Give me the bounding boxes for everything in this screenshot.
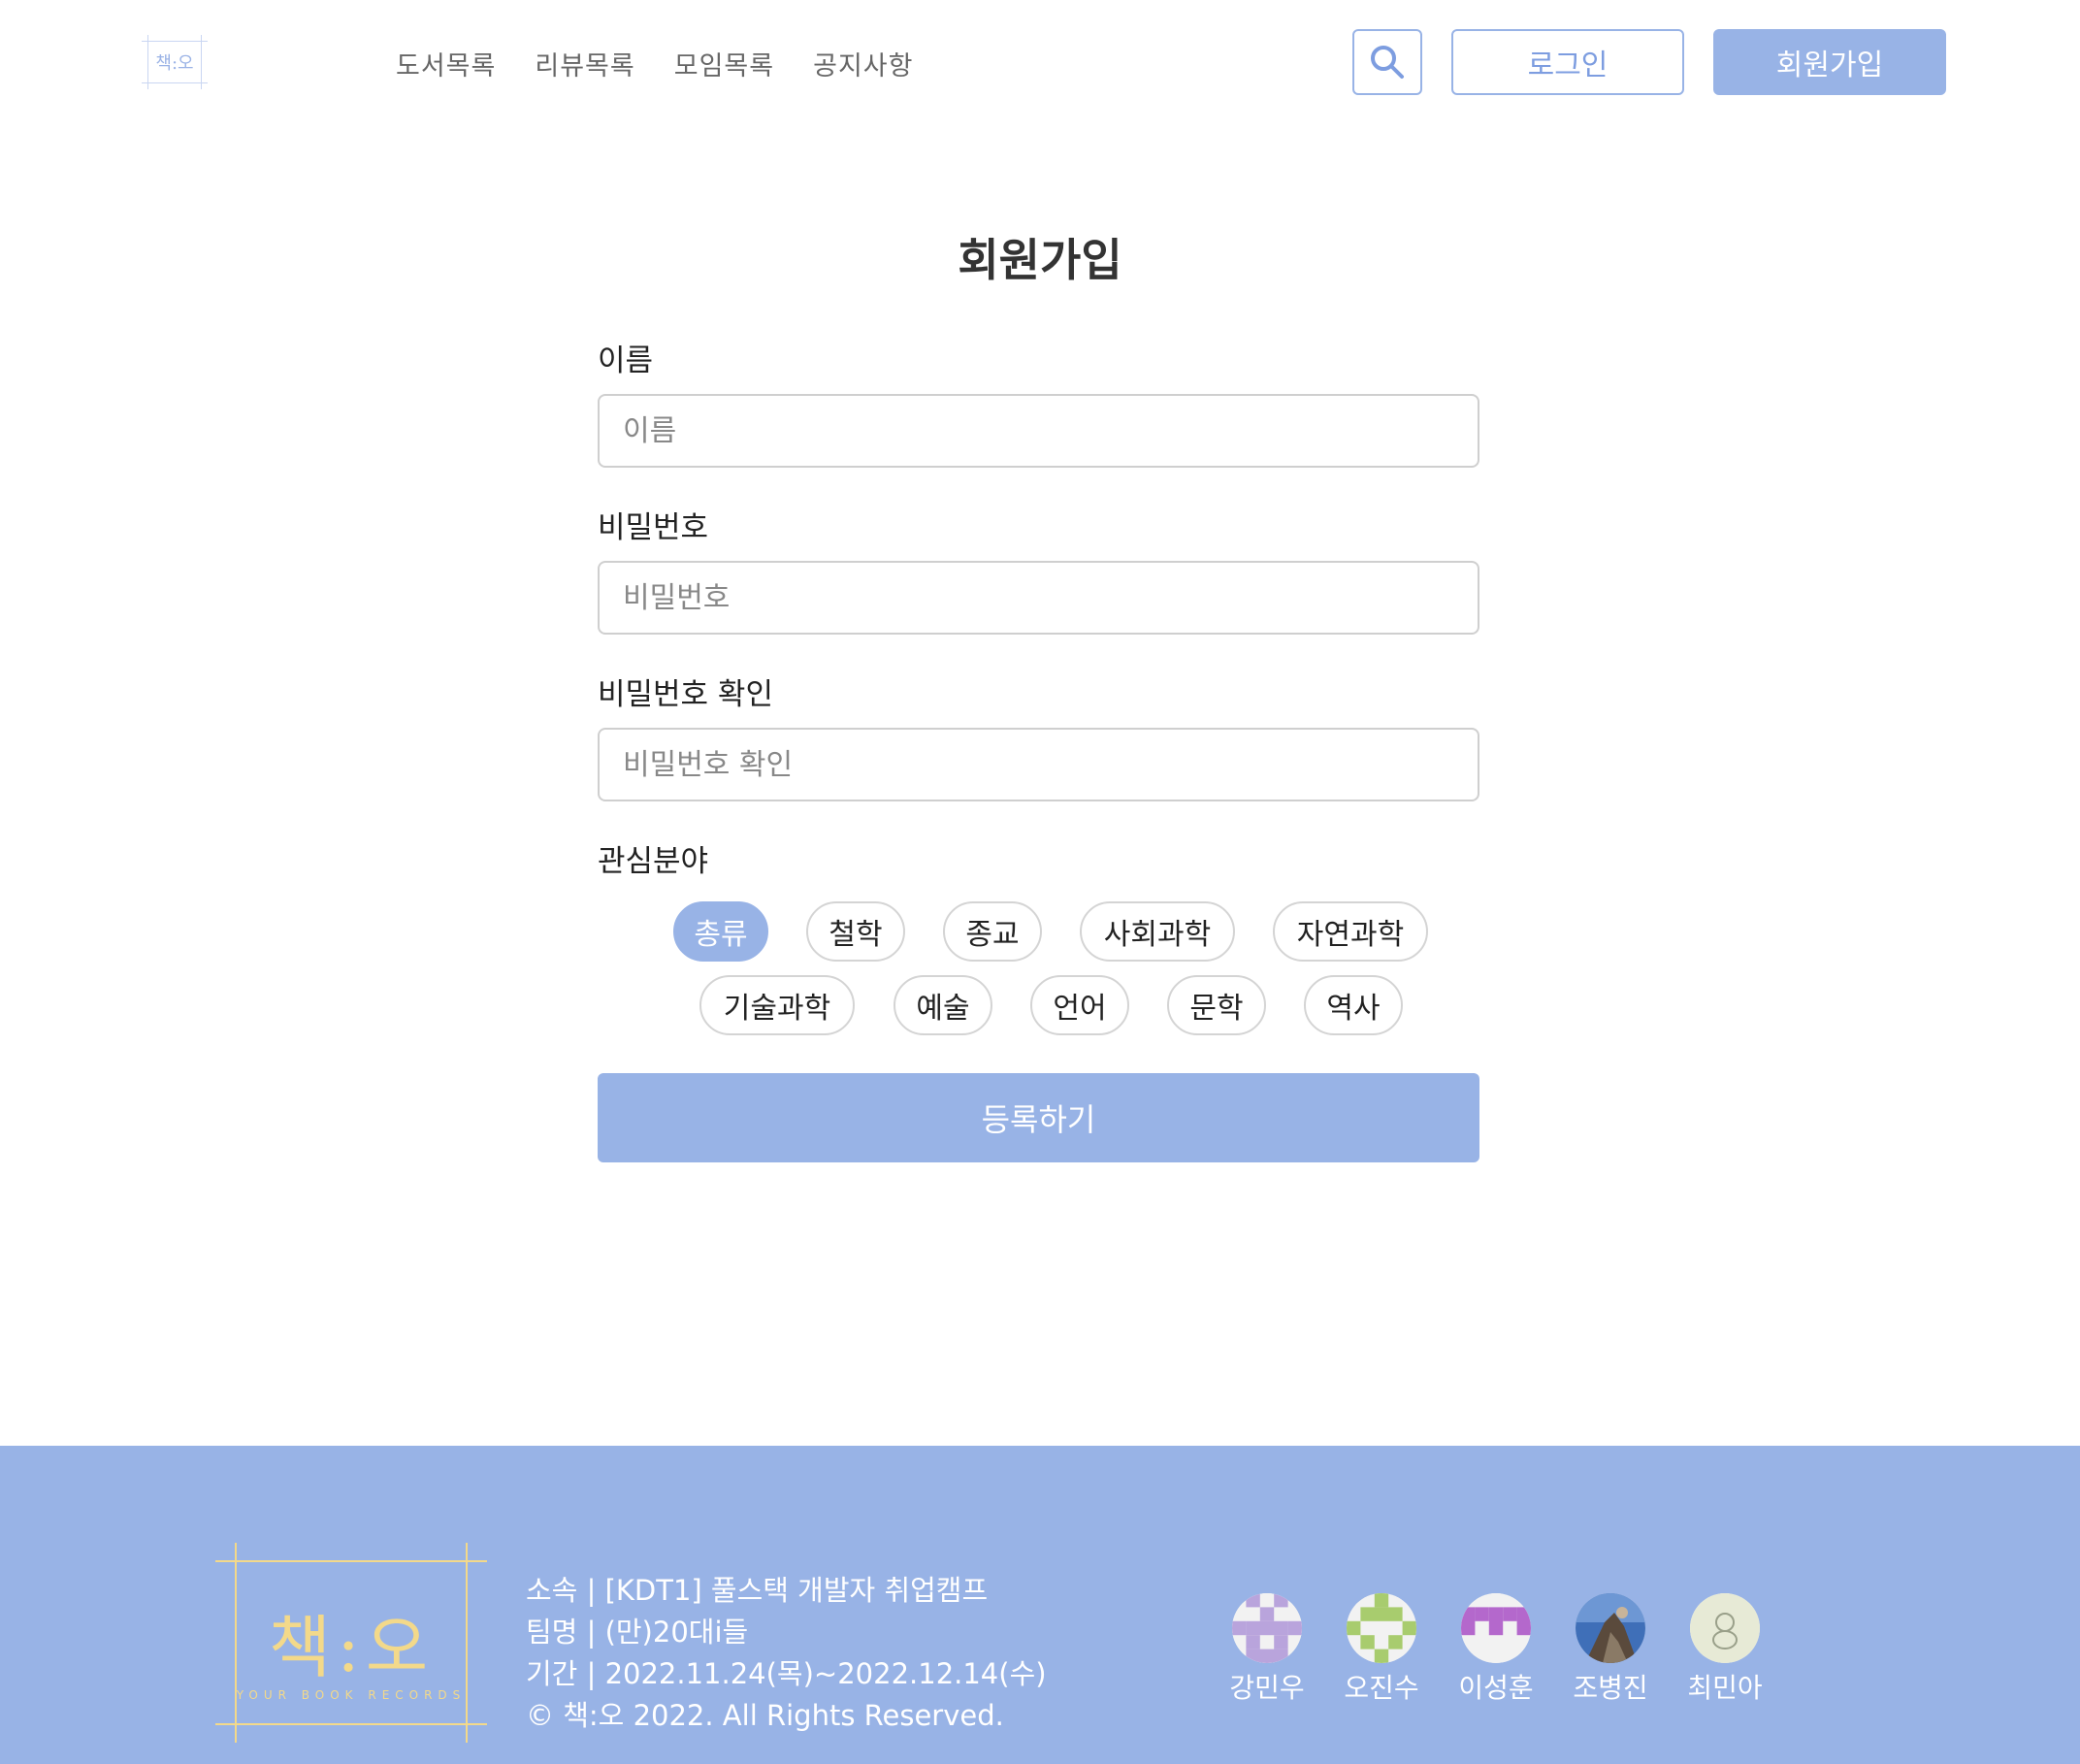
member-name: 조병진 <box>1573 1672 1648 1704</box>
footer-logo-text: 책:오 <box>268 1608 435 1687</box>
password-input[interactable] <box>598 561 1479 635</box>
member-name: 최민아 <box>1687 1672 1763 1704</box>
nav-meeting-list[interactable]: 모임목록 <box>674 45 774 82</box>
member-link[interactable]: 이성훈 <box>1458 1593 1534 1706</box>
interest-label: 관심분야 <box>598 844 709 879</box>
interest-chip-religion[interactable]: 종교 <box>943 901 1042 962</box>
footer-logo: 책:오 YOUR BOOK RECORDS <box>215 1543 487 1743</box>
password-confirm-label: 비밀번호 확인 <box>598 677 773 712</box>
interest-chip-literature[interactable]: 문학 <box>1167 975 1266 1035</box>
password-confirm-input[interactable] <box>598 728 1479 801</box>
footer-affiliation: 소속 | [KDT1] 풀스택 개발자 취업캠프 <box>526 1574 989 1607</box>
site-logo-text: 책:오 <box>155 53 194 74</box>
register-button[interactable]: 등록하기 <box>598 1073 1479 1162</box>
member-link[interactable]: 조병진 <box>1573 1593 1648 1706</box>
interest-chip-natural-science[interactable]: 자연과학 <box>1273 901 1428 962</box>
signup-header-button[interactable]: 회원가입 <box>1713 29 1946 95</box>
avatar <box>1232 1593 1302 1663</box>
interest-chip-philosophy[interactable]: 철학 <box>806 901 905 962</box>
interest-chip-art[interactable]: 예술 <box>894 975 992 1035</box>
nav-notice[interactable]: 공지사항 <box>813 45 913 82</box>
interest-chip-general[interactable]: 총류 <box>673 901 768 962</box>
member-link[interactable]: 강민우 <box>1229 1593 1305 1706</box>
footer-logo-tagline: YOUR BOOK RECORDS <box>236 1688 467 1702</box>
member-link[interactable]: 오진수 <box>1344 1593 1419 1706</box>
nav-book-list[interactable]: 도서목록 <box>396 45 496 82</box>
footer-info: 소속 | [KDT1] 풀스택 개발자 취업캠프 팀명 | (만)20대i들 기… <box>526 1570 1047 1737</box>
interest-chip-social-science[interactable]: 사회과학 <box>1080 901 1235 962</box>
footer-period: 기간 | 2022.11.24(목)~2022.12.14(수) <box>526 1657 1047 1690</box>
site-logo[interactable]: 책:오 <box>142 35 208 89</box>
footer-copyright: © 책:오 2022. All Rights Reserved. <box>526 1699 1004 1732</box>
avatar <box>1690 1593 1760 1663</box>
avatar <box>1461 1593 1531 1663</box>
nav-review-list[interactable]: 리뷰목록 <box>535 45 634 82</box>
avatar <box>1347 1593 1416 1663</box>
page-title: 회원가입 <box>958 234 1122 286</box>
interest-chip-language[interactable]: 언어 <box>1030 975 1129 1035</box>
site-footer: 책:오 YOUR BOOK RECORDS 소속 | [KDT1] 풀스택 개발… <box>0 1446 2080 1764</box>
interest-chip-history[interactable]: 역사 <box>1304 975 1403 1035</box>
member-name: 오진수 <box>1344 1672 1419 1704</box>
member-name: 이성훈 <box>1458 1672 1534 1704</box>
member-link[interactable]: 최민아 <box>1687 1593 1763 1706</box>
member-name: 강민우 <box>1229 1672 1305 1704</box>
site-header: 책:오 도서목록 리뷰목록 모임목록 공지사항 로그인 회원가입 <box>0 0 2080 136</box>
search-icon <box>1371 46 1404 79</box>
team-members: 강민우 오진수 이성훈 조병진 최민아 <box>1229 1593 1763 1706</box>
footer-team-name: 팀명 | (만)20대i들 <box>526 1616 749 1649</box>
main-nav: 도서목록 리뷰목록 모임목록 공지사항 <box>396 45 914 82</box>
login-button[interactable]: 로그인 <box>1451 29 1684 95</box>
avatar <box>1576 1593 1645 1663</box>
search-button[interactable] <box>1352 29 1422 95</box>
interest-chip-technology[interactable]: 기술과학 <box>699 975 855 1035</box>
password-label: 비밀번호 <box>598 510 709 545</box>
name-label: 이름 <box>598 343 654 378</box>
name-input[interactable] <box>598 394 1479 468</box>
